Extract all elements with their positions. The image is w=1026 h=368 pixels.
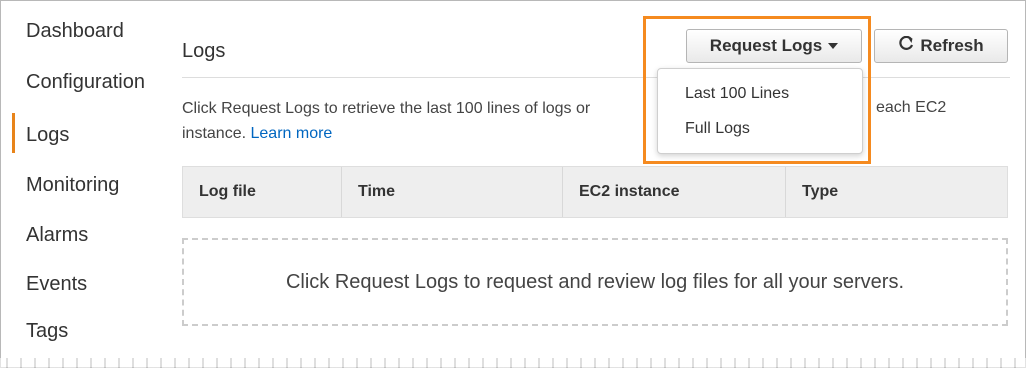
caret-down-icon [828,43,839,49]
column-type[interactable]: Type [786,167,1007,217]
header-divider [182,77,1010,78]
sidebar-item-dashboard[interactable]: Dashboard [26,20,124,43]
sidebar-item-alarms[interactable]: Alarms [26,224,88,247]
sidebar-item-configuration[interactable]: Configuration [26,71,145,94]
learn-more-link[interactable]: Learn more [251,125,333,142]
page-title: Logs [182,40,226,62]
column-time[interactable]: Time [342,167,562,217]
column-ec2-instance[interactable]: EC2 instance [563,167,785,217]
sidebar-item-tags[interactable]: Tags [26,320,68,343]
sidebar-item-events[interactable]: Events [26,273,87,296]
column-log-file[interactable]: Log file [183,167,341,217]
active-indicator [12,113,15,153]
sidebar-nav: Dashboard Configuration Logs Monitoring … [0,0,170,368]
sidebar-item-logs[interactable]: Logs [26,124,69,147]
description-text: Click Request Logs to retrieve the last … [182,100,591,117]
refresh-label: Refresh [920,36,984,55]
refresh-icon [898,35,914,57]
log-table-header: Log file Time EC2 instance Type [182,166,1008,218]
empty-state-text: Click Request Logs to request and review… [285,270,905,293]
sidebar-item-monitoring[interactable]: Monitoring [26,174,119,197]
description-line2: instance. [182,125,247,142]
menu-item-full-logs[interactable]: Full Logs [685,120,750,138]
request-logs-label: Request Logs [709,36,823,55]
request-logs-menu: Last 100 Lines Full Logs [657,68,863,154]
empty-state-message: Click Request Logs to request and review… [182,238,1008,326]
refresh-button[interactable]: Refresh [874,29,1008,63]
request-logs-button[interactable]: Request Logs [686,29,862,63]
description-tail: each EC2 [876,99,947,116]
clipped-content-strip [0,358,1026,368]
menu-item-last-100-lines[interactable]: Last 100 Lines [685,85,789,103]
